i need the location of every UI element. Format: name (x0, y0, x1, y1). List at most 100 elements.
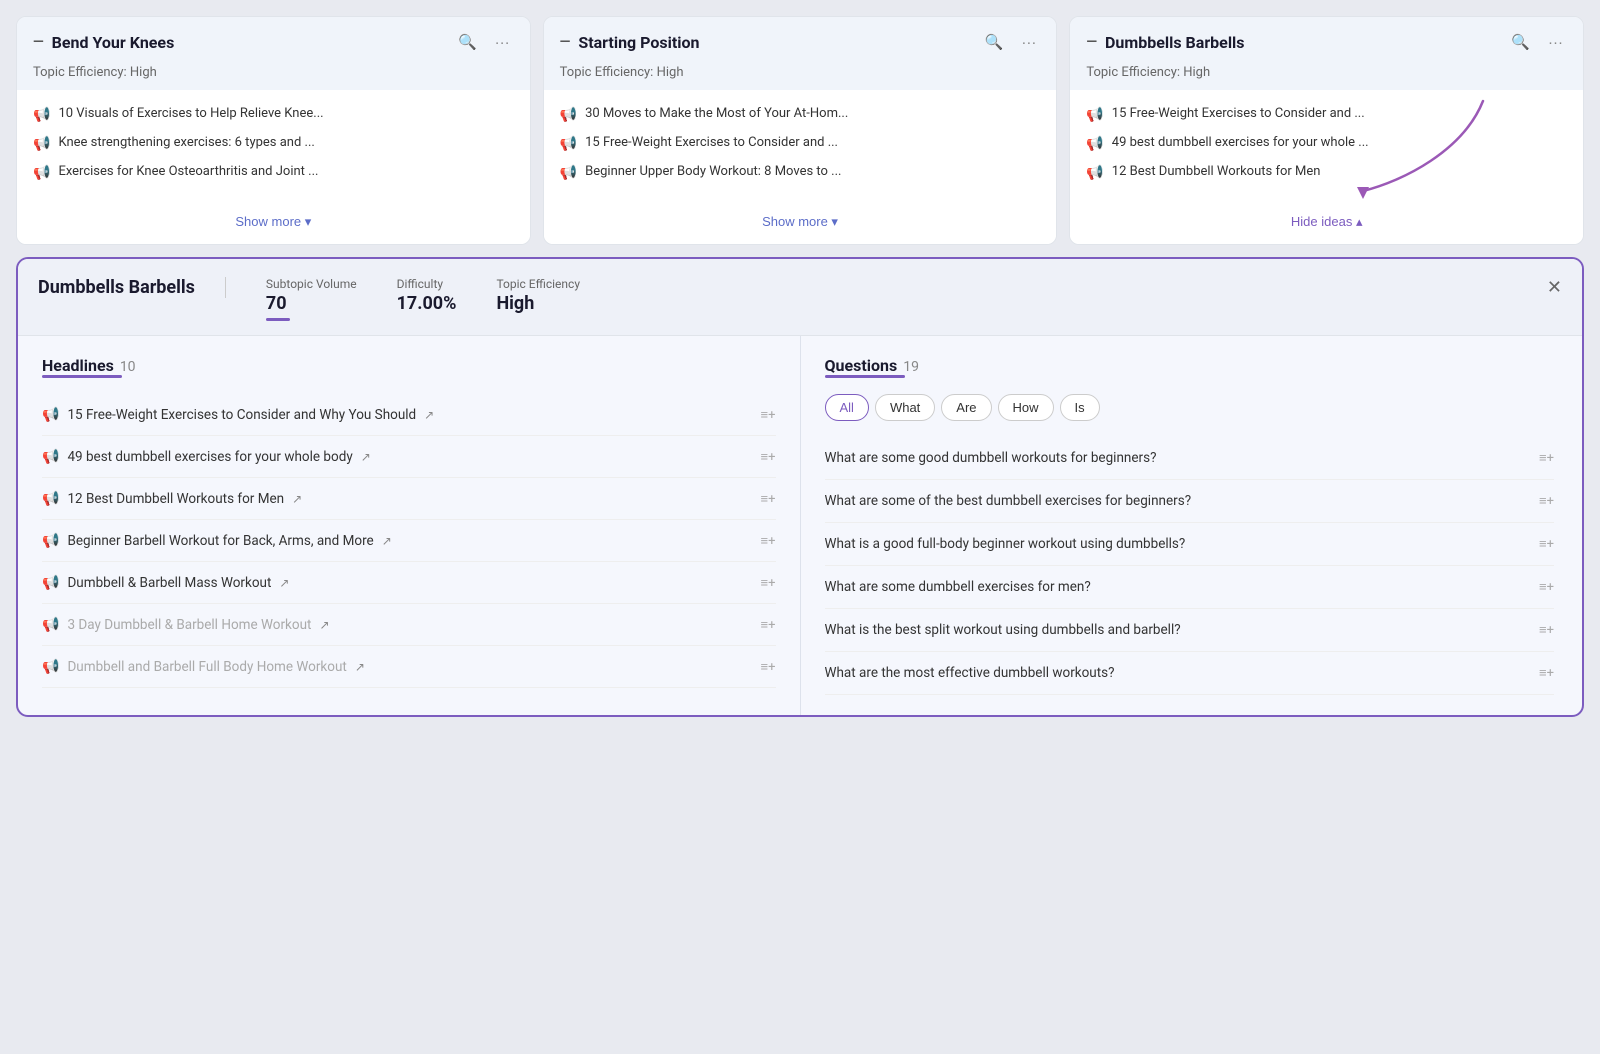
stat-value: High (496, 293, 580, 314)
headline-left: 📢 Dumbbell and Barbell Full Body Home Wo… (42, 658, 365, 675)
list-add-icon[interactable]: ≡+ (761, 449, 776, 465)
headlines-title: Headlines10 (42, 356, 776, 375)
external-link-icon: ↗ (361, 450, 371, 464)
filter-what-button[interactable]: What (875, 394, 935, 421)
list-add-icon[interactable]: ≡+ (761, 491, 776, 507)
more-options-btn[interactable]: ··· (1017, 32, 1040, 53)
search-icon-btn[interactable]: 🔍 (981, 31, 1008, 53)
questions-title: Questions 19 (825, 356, 1559, 375)
headline-left: 📢 3 Day Dumbbell & Barbell Home Workout … (42, 616, 330, 633)
headline-text: Dumbbell and Barbell Full Body Home Work… (67, 659, 346, 675)
hide-ideas-button[interactable]: Hide ideas ▴ (1291, 214, 1363, 230)
question-text: What is a good full-body beginner workou… (825, 536, 1186, 552)
headline-text: 12 Best Dumbbell Workouts for Men (67, 491, 284, 507)
card-header-left: — Bend Your Knees (33, 33, 174, 52)
external-link-icon: ↗ (355, 660, 365, 674)
card-body: 📢 30 Moves to Make the Most of Your At-H… (544, 90, 1057, 201)
megaphone-icon: 📢 (42, 575, 59, 591)
headline-item: 📢 15 Free-Weight Exercises to Consider a… (42, 394, 776, 436)
external-link-icon: ↗ (319, 618, 329, 632)
show-more-button[interactable]: Show more ▾ (235, 214, 311, 230)
close-button[interactable]: ✕ (1547, 277, 1562, 298)
headline-item: 📢 12 Best Dumbbell Workouts for Men ↗ ≡+ (42, 478, 776, 520)
dash-icon: — (1086, 34, 1097, 50)
list-add-icon[interactable]: ≡+ (1539, 579, 1554, 595)
question-item: What is a good full-body beginner workou… (825, 523, 1555, 566)
question-text: What is the best split workout using dum… (825, 622, 1181, 638)
list-add-icon[interactable]: ≡+ (761, 575, 776, 591)
detail-header: Dumbbells Barbells Subtopic Volume 70 Di… (18, 259, 1582, 336)
external-link-icon: ↗ (279, 576, 289, 590)
list-item: 📢 10 Visuals of Exercises to Help Reliev… (33, 106, 514, 123)
list-add-icon[interactable]: ≡+ (761, 659, 776, 675)
megaphone-icon: 📢 (560, 136, 577, 152)
card-header-left: — Starting Position (560, 33, 700, 52)
question-text: What are some of the best dumbbell exerc… (825, 493, 1192, 509)
card-dumbbells-barbells: — Dumbbells Barbells 🔍 ··· Topic Efficie… (1069, 16, 1584, 245)
headline-item: 📢 Beginner Barbell Workout for Back, Arm… (42, 520, 776, 562)
detail-columns: Headlines10 📢 15 Free-Weight Exercises t… (18, 336, 1582, 715)
filter-how-button[interactable]: How (998, 394, 1054, 421)
filter-is-button[interactable]: Is (1060, 394, 1100, 421)
megaphone-icon: 📢 (42, 449, 59, 465)
list-item: 📢 Knee strengthening exercises: 6 types … (33, 135, 514, 152)
headline-text: Beginner Barbell Workout for Back, Arms,… (67, 533, 373, 549)
show-more-button[interactable]: Show more ▾ (762, 214, 838, 230)
stat-label: Topic Efficiency (496, 277, 580, 291)
card-header: — Bend Your Knees 🔍 ··· (17, 17, 530, 61)
list-add-icon[interactable]: ≡+ (761, 533, 776, 549)
card-header-icons: 🔍 ··· (454, 31, 514, 53)
list-add-icon[interactable]: ≡+ (1539, 493, 1554, 509)
headline-text: 15 Free-Weight Exercises to Consider and… (67, 407, 416, 423)
list-item: 📢 12 Best Dumbbell Workouts for Men (1086, 164, 1567, 181)
megaphone-dim-icon: 📢 (42, 617, 59, 633)
stat-label: Subtopic Volume (266, 277, 357, 291)
stat-underline (266, 318, 290, 321)
more-options-btn[interactable]: ··· (1544, 32, 1567, 53)
list-item: 📢 15 Free-Weight Exercises to Consider a… (560, 135, 1041, 152)
headlines-column: Headlines10 📢 15 Free-Weight Exercises t… (18, 336, 800, 715)
stat-value: 70 (266, 293, 357, 314)
search-icon-btn[interactable]: 🔍 (1507, 31, 1534, 53)
external-link-icon: ↗ (292, 492, 302, 506)
questions-scroll[interactable]: What are some good dumbbell workouts for… (825, 437, 1559, 695)
megaphone-icon: 📢 (42, 533, 59, 549)
questions-column: Questions 19 All What Are How Is What are… (801, 336, 1583, 715)
list-item: 📢 15 Free-Weight Exercises to Consider a… (1086, 106, 1567, 123)
filter-all-button[interactable]: All (825, 394, 869, 421)
questions-count: 19 (903, 359, 919, 375)
headline-item: 📢 Dumbbell and Barbell Full Body Home Wo… (42, 646, 776, 688)
detail-panel: Dumbbells Barbells Subtopic Volume 70 Di… (16, 257, 1584, 717)
list-add-icon[interactable]: ≡+ (1539, 665, 1554, 681)
cards-row: — Bend Your Knees 🔍 ··· Topic Efficiency… (16, 16, 1584, 245)
subtopic-volume-stat: Subtopic Volume 70 (266, 277, 357, 321)
megaphone-icon: 📢 (42, 407, 59, 423)
card-title: Bend Your Knees (52, 33, 175, 52)
card-starting-position: — Starting Position 🔍 ··· Topic Efficien… (543, 16, 1058, 245)
list-add-icon[interactable]: ≡+ (1539, 622, 1554, 638)
headline-left: 📢 Beginner Barbell Workout for Back, Arm… (42, 532, 392, 549)
headline-text: 3 Day Dumbbell & Barbell Home Workout (67, 617, 311, 633)
headline-text: Dumbbell & Barbell Mass Workout (67, 575, 271, 591)
megaphone-icon: 📢 (1086, 107, 1103, 123)
search-icon-btn[interactable]: 🔍 (454, 31, 481, 53)
headline-left: 📢 Dumbbell & Barbell Mass Workout ↗ (42, 574, 289, 591)
list-add-icon[interactable]: ≡+ (761, 407, 776, 423)
card-subtitle: Topic Efficiency: High (17, 61, 530, 90)
card-header-left: — Dumbbells Barbells (1086, 33, 1244, 52)
question-item: What are some good dumbbell workouts for… (825, 437, 1555, 480)
topic-efficiency-stat: Topic Efficiency High (496, 277, 580, 314)
col-title: Questions (825, 356, 898, 375)
list-add-icon[interactable]: ≡+ (1539, 450, 1554, 466)
card-bend-your-knees: — Bend Your Knees 🔍 ··· Topic Efficiency… (16, 16, 531, 245)
more-options-btn[interactable]: ··· (491, 32, 514, 53)
question-item: What is the best split workout using dum… (825, 609, 1555, 652)
list-item: 📢 49 best dumbbell exercises for your wh… (1086, 135, 1567, 152)
list-add-icon[interactable]: ≡+ (761, 617, 776, 633)
filter-are-button[interactable]: Are (941, 394, 991, 421)
card-title: Starting Position (578, 33, 699, 52)
headline-item: 📢 Dumbbell & Barbell Mass Workout ↗ ≡+ (42, 562, 776, 604)
megaphone-icon: 📢 (560, 107, 577, 123)
list-add-icon[interactable]: ≡+ (1539, 536, 1554, 552)
card-body: 📢 15 Free-Weight Exercises to Consider a… (1070, 90, 1583, 201)
